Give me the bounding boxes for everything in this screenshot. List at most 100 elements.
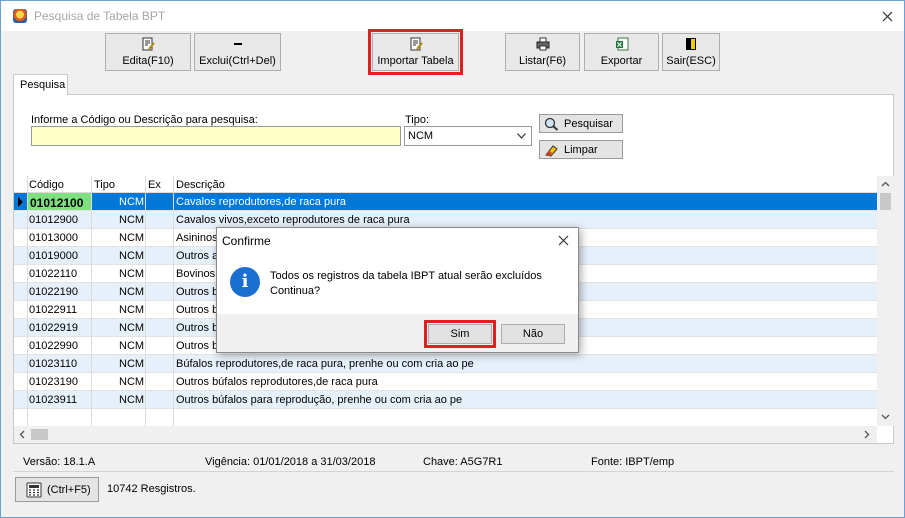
scroll-up-icon[interactable] — [881, 180, 890, 189]
cell-code: 01023190 — [29, 376, 78, 388]
exit-button[interactable]: Sair(ESC) — [662, 33, 720, 71]
close-icon — [882, 11, 892, 21]
yes-highlight — [424, 320, 496, 348]
source-text: Fonte: IBPT/emp — [591, 456, 675, 468]
window-close-button[interactable] — [870, 5, 904, 27]
scroll-left-icon[interactable] — [18, 430, 27, 439]
type-select[interactable]: NCM — [404, 126, 532, 146]
vertical-scrollbar[interactable] — [877, 176, 894, 426]
info-icon: i — [230, 267, 260, 297]
print-icon — [536, 37, 549, 51]
confirm-dialog: Confirme i Todos os registros da tabela … — [216, 227, 579, 353]
grid-column-line — [91, 176, 92, 426]
grid-column-line — [173, 176, 174, 426]
delete-icon — [233, 43, 242, 45]
table-row[interactable]: 01023110 NCM Búfalos reprodutores,de raca … — [14, 355, 877, 373]
list-label: Listar(F6) — [518, 55, 567, 67]
cell-code: 01022190 — [29, 286, 78, 298]
cell-type: NCM — [119, 286, 145, 298]
cell-type: NCM — [119, 304, 145, 316]
row-pointer-icon — [18, 197, 23, 207]
status-divider — [13, 471, 894, 472]
table-row[interactable]: 01023911 NCM Outros búfalos para reproduçã… — [14, 391, 877, 409]
title-bar: Pesquisa de Tabela BPT — [1, 1, 904, 31]
dialog-close-icon[interactable] — [558, 235, 569, 246]
clear-button[interactable]: Limpar — [539, 140, 623, 159]
calculator-button-label: (Ctrl+F5) — [47, 483, 91, 496]
cell-code: 01012900 — [29, 214, 78, 226]
cell-description: Cavalos vivos,exceto reprodutores de rac… — [176, 214, 410, 226]
cell-type: NCM — [119, 214, 145, 226]
edit-label: Edita(F10) — [122, 55, 174, 67]
dialog-message: Todos os registros da tabela IBPT atual … — [270, 269, 542, 299]
dialog-message-line1: Todos os registros da tabela IBPT atual … — [270, 270, 542, 282]
horizontal-scrollbar[interactable] — [14, 426, 877, 443]
cell-description: Outros b — [176, 304, 219, 316]
column-header-description[interactable]: Descrição — [176, 179, 225, 191]
column-header-type[interactable]: Tipo — [94, 179, 115, 191]
cell-code: 01022911 — [29, 304, 78, 316]
grid-column-line — [27, 176, 28, 426]
scroll-right-icon[interactable] — [862, 430, 871, 439]
cell-description: Cavalos reprodutores,de raca pura — [176, 196, 346, 208]
cell-description: Bovinos — [176, 268, 216, 280]
cell-description: Outros a — [176, 250, 219, 262]
cell-code: 01022110 — [29, 268, 78, 280]
eraser-icon — [545, 144, 558, 157]
cell-type: NCM — [119, 232, 145, 244]
cell-code: 01012100 — [28, 193, 91, 210]
cell-type: NCM — [119, 250, 145, 262]
delete-button[interactable]: Exclui(Ctrl+Del) — [194, 33, 281, 71]
cell-description: Outros búfalos reprodutores,de raca pura — [176, 376, 378, 388]
dialog-title-bar: Confirme — [217, 228, 578, 254]
cell-code: 01023110 — [29, 358, 78, 370]
search-input[interactable] — [31, 126, 401, 146]
exit-label: Sair(ESC) — [666, 55, 716, 67]
dialog-message-line2: Continua? — [270, 285, 321, 297]
cell-description: Outros b — [176, 322, 219, 334]
cell-description: Outros búfalos para reprodução, prenhe o… — [176, 394, 463, 406]
scroll-down-icon[interactable] — [881, 412, 890, 421]
table-row[interactable]: 01023190 NCM Outros búfalos reprodutores,d… — [14, 373, 877, 391]
column-header-code[interactable]: Código — [29, 179, 64, 191]
type-label: Tipo: — [405, 114, 430, 126]
list-button[interactable]: Listar(F6) — [505, 33, 580, 71]
cell-code: 01022990 — [29, 340, 78, 352]
main-window: Pesquisa de Tabela BPT Edita(F10) Exclui… — [0, 0, 905, 518]
cell-description: Asininos — [176, 232, 218, 244]
calculator-button[interactable]: (Ctrl+F5) — [15, 477, 99, 502]
cell-code: 01022919 — [29, 322, 78, 334]
no-button[interactable]: Não — [501, 324, 565, 344]
search-button[interactable]: Pesquisar — [539, 114, 623, 133]
grid-header: Código Tipo Ex Descrição — [14, 176, 877, 193]
search-button-label: Pesquisar — [564, 117, 613, 130]
cell-code: 01013000 — [29, 232, 78, 244]
vertical-scroll-thumb[interactable] — [880, 193, 891, 210]
cell-description: Búfalos reprodutores,de raca pura, prenh… — [176, 358, 474, 370]
cell-type: NCM — [119, 196, 145, 208]
edit-button[interactable]: Edita(F10) — [105, 33, 191, 71]
cell-type: NCM — [119, 394, 145, 406]
cell-description: Outros b — [176, 286, 219, 298]
chevron-down-icon — [517, 133, 526, 139]
delete-label: Exclui(Ctrl+Del) — [199, 55, 276, 67]
column-header-ex[interactable]: Ex — [148, 179, 161, 191]
cell-code: 01023911 — [29, 394, 78, 406]
tab-pesquisa[interactable]: Pesquisa — [13, 74, 68, 95]
table-row[interactable]: 01012100 NCM Cavalos reprodutores,de raca … — [14, 193, 877, 211]
horizontal-scroll-thumb[interactable] — [31, 429, 48, 440]
dialog-body: i Todos os registros da tabela IBPT atua… — [217, 254, 578, 314]
exit-icon — [686, 38, 696, 50]
clear-button-label: Limpar — [564, 143, 598, 156]
validity-text: Vigência: 01/01/2018 a 31/03/2018 — [205, 456, 376, 468]
cell-type: NCM — [119, 322, 145, 334]
edit-icon — [142, 37, 155, 51]
dialog-title: Confirme — [222, 234, 271, 248]
app-icon — [13, 9, 27, 23]
grid-column-line — [145, 176, 146, 426]
cell-type: NCM — [119, 358, 145, 370]
record-count: 10742 Resgistros. — [107, 483, 196, 495]
export-button[interactable]: Exportar — [584, 33, 659, 71]
window-title: Pesquisa de Tabela BPT — [34, 9, 166, 23]
version-text: Versão: 18.1.A — [23, 456, 96, 468]
